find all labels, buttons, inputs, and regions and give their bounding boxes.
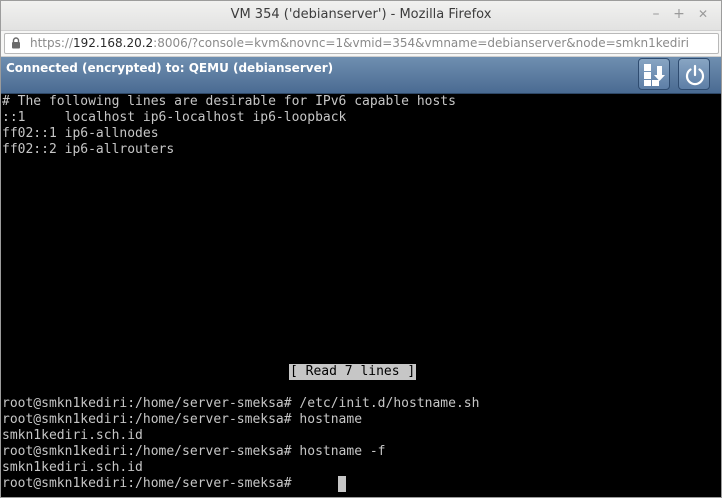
terminal-line: ::1 localhost ip6-localhost ip6-loopback	[2, 110, 347, 125]
navigation-toolbar: https://192.168.20.2:8006/?console=kvm&n…	[1, 31, 721, 57]
terminal-line: ff02::1 ip6-allnodes	[2, 126, 159, 141]
send-keys-icon	[644, 64, 665, 86]
terminal-prompt: root@smkn1kediri:/home/server-smeksa#	[2, 476, 292, 491]
terminal-line: smkn1kediri.sch.id	[2, 460, 143, 475]
novnc-control-bar: Connected (encrypted) to: QEMU (debianse…	[1, 57, 721, 94]
editor-status-message: [ Read 7 lines ]	[289, 364, 417, 380]
window-titlebar[interactable]: VM 354 ('debianserver') - Mozilla Firefo…	[1, 1, 721, 31]
window-title: VM 354 ('debianserver') - Mozilla Firefo…	[230, 7, 492, 22]
power-button[interactable]	[678, 58, 710, 90]
connection-status: Connected (encrypted) to: QEMU (debianse…	[6, 61, 334, 75]
lock-icon[interactable]	[11, 37, 21, 49]
terminal-line: root@smkn1kediri:/home/server-smeksa# ho…	[2, 444, 386, 459]
url-bar[interactable]: https://192.168.20.2:8006/?console=kvm&n…	[4, 33, 719, 54]
send-keys-button[interactable]	[638, 58, 670, 90]
terminal-cursor	[338, 476, 346, 492]
url-host: 192.168.20.2	[73, 36, 154, 50]
power-icon	[685, 64, 705, 86]
terminal-line: ff02::2 ip6-allrouters	[2, 142, 175, 157]
url-prefix: https://	[30, 36, 74, 50]
close-icon[interactable]: ✕	[695, 6, 711, 22]
maximize-icon[interactable]: +	[671, 6, 687, 22]
terminal-line: root@smkn1kediri:/home/server-smeksa# /e…	[2, 396, 480, 411]
browser-window: VM 354 ('debianserver') - Mozilla Firefo…	[0, 0, 722, 498]
vm-console-screen[interactable]: # The following lines are desirable for …	[1, 94, 721, 497]
minimize-icon[interactable]: –	[648, 6, 664, 22]
terminal-line: smkn1kediri.sch.id	[2, 428, 143, 443]
terminal-line: root@smkn1kediri:/home/server-smeksa# ho…	[2, 412, 363, 427]
terminal-line: # The following lines are desirable for …	[2, 94, 456, 109]
url-path: :8006/?console=kvm&novnc=1&vmid=354&vmna…	[153, 36, 689, 50]
url-text[interactable]: https://192.168.20.2:8006/?console=kvm&n…	[30, 36, 689, 50]
